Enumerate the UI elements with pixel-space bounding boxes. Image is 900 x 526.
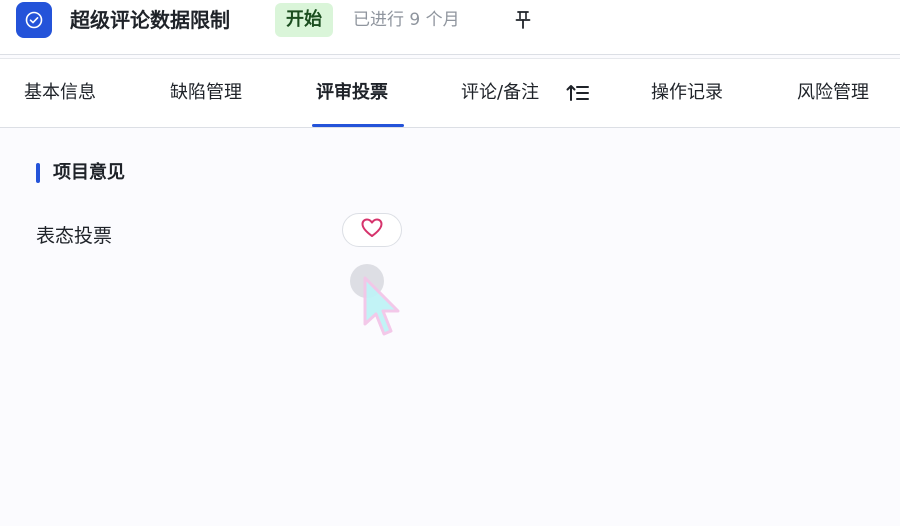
pin-icon[interactable] bbox=[512, 8, 534, 32]
status-badge[interactable]: 开始 bbox=[275, 3, 333, 37]
section-title: 项目意见 bbox=[53, 162, 125, 183]
tab-defect-management[interactable]: 缺陷管理 bbox=[170, 59, 242, 128]
tab-operation-log[interactable]: 操作记录 bbox=[651, 59, 723, 128]
tab-basic-info[interactable]: 基本信息 bbox=[24, 59, 96, 128]
heart-icon bbox=[361, 218, 383, 242]
page-title: 超级评论数据限制 bbox=[70, 8, 230, 32]
active-tab-indicator bbox=[312, 124, 404, 127]
vote-button[interactable] bbox=[342, 213, 402, 247]
mouse-cursor-icon bbox=[348, 262, 408, 342]
tab-bar: 基本信息 缺陷管理 评审投票 评论/备注 操作记录 风险管理 bbox=[0, 58, 900, 128]
tab-risk-management[interactable]: 风险管理 bbox=[797, 59, 869, 128]
section-accent-bar bbox=[36, 163, 40, 183]
check-circle-icon[interactable] bbox=[16, 2, 52, 38]
tab-comments[interactable]: 评论/备注 bbox=[461, 59, 539, 128]
sort-ascending-icon[interactable] bbox=[566, 84, 590, 102]
tab-review-vote[interactable]: 评审投票 bbox=[316, 59, 388, 128]
vote-label: 表态投票 bbox=[36, 225, 113, 247]
header: 超级评论数据限制 开始 已进行 9 个月 bbox=[0, 0, 900, 55]
elapsed-time: 已进行 9 个月 bbox=[353, 10, 460, 30]
